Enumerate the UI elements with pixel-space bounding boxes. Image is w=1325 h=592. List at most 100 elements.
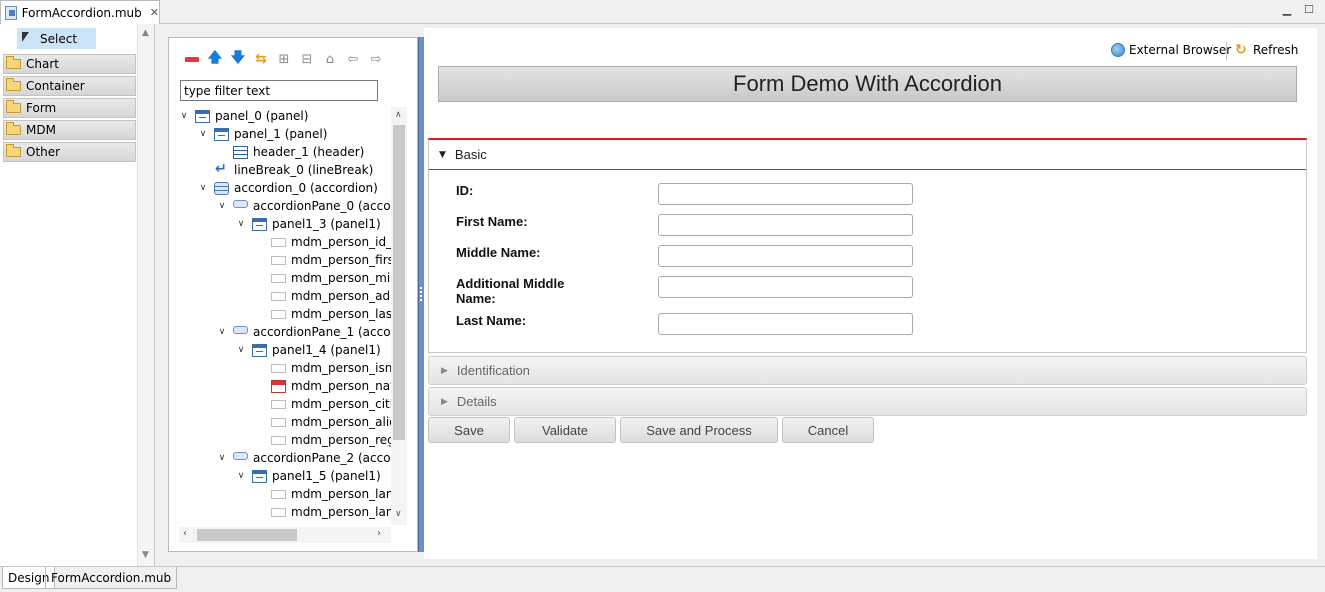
tree-node[interactable]: ∨ panel1_4 (panel1) xyxy=(236,341,381,359)
palette-select-tool[interactable]: Select xyxy=(17,28,96,49)
folder-icon xyxy=(6,122,21,135)
move-up-icon[interactable]: 🡅 xyxy=(206,50,224,68)
palette-select-label: Select xyxy=(40,31,78,46)
tree-node[interactable]: ∨ accordion_0 (accordion) xyxy=(198,179,378,197)
tree-node[interactable]: ∨ accordionPane_2 (accordionPane) xyxy=(217,449,391,467)
field-label: Additional Middle Name: xyxy=(456,276,565,306)
scroll-left-icon[interactable]: ‹ xyxy=(183,528,187,539)
palette-drawer-form[interactable]: Form xyxy=(3,98,136,118)
palette-drawer-label: Other xyxy=(26,145,61,159)
expand-twisty-icon[interactable]: ∨ xyxy=(217,327,227,337)
palette-drawer-other[interactable]: Other xyxy=(3,142,136,162)
scroll-thumb[interactable] xyxy=(393,125,405,440)
scroll-down-icon[interactable]: ▼ xyxy=(142,550,149,560)
tree-node-label: accordionPane_0 (accordionPane) xyxy=(253,199,391,213)
maximize-icon[interactable]: ☐ xyxy=(1303,4,1315,16)
scroll-up-icon[interactable]: ▲ xyxy=(142,28,149,38)
tree-node-label: mdm_person_id_ xyxy=(291,235,391,249)
panel-icon xyxy=(252,469,267,483)
tree-vertical-scrollbar[interactable]: ∧ ∨ xyxy=(391,107,407,525)
validate-button[interactable]: Validate xyxy=(514,417,616,443)
tree-node[interactable]: mdm_person_alie xyxy=(255,413,391,431)
tree-horizontal-scrollbar[interactable]: ‹ › xyxy=(179,527,391,543)
tree-node[interactable]: ∨ panel_0 (panel) xyxy=(179,107,309,125)
additional-middle-name-input[interactable] xyxy=(658,276,913,298)
palette-scrollbar[interactable]: ▲ ▼ xyxy=(137,24,154,566)
tree-node[interactable]: mdm_person_id_ xyxy=(255,233,391,251)
expand-twisty-icon[interactable]: ∨ xyxy=(198,129,208,139)
back-icon[interactable]: ⇦ xyxy=(344,50,362,68)
forward-icon[interactable]: ⇨ xyxy=(367,50,385,68)
field-label: First Name: xyxy=(456,214,528,229)
palette-drawer-label: Chart xyxy=(26,57,59,71)
accordion-header-details[interactable]: ▶ Details xyxy=(428,387,1307,416)
palette-drawer-mdm[interactable]: MDM xyxy=(3,120,136,140)
save-button[interactable]: Save xyxy=(428,417,510,443)
tree-node-label: panel1_4 (panel1) xyxy=(272,343,381,357)
minimize-icon[interactable]: ▁ xyxy=(1281,4,1293,16)
filter-input[interactable] xyxy=(180,80,378,101)
scroll-down-icon[interactable]: ∨ xyxy=(395,509,402,519)
tree-node[interactable]: mdm_person_firs xyxy=(255,251,391,269)
home-icon[interactable]: ⌂ xyxy=(321,50,339,68)
move-down-icon[interactable]: 🡇 xyxy=(229,50,247,68)
tree-node[interactable]: lineBreak_0 (lineBreak) xyxy=(198,161,373,179)
close-icon[interactable]: ✕ xyxy=(150,6,159,19)
tree-node[interactable]: ∨ panel_1 (panel) xyxy=(198,125,328,143)
tree-node[interactable]: mdm_person_isn xyxy=(255,359,391,377)
tree-node-label: lineBreak_0 (lineBreak) xyxy=(234,163,374,177)
tree-node[interactable]: ∨ accordionPane_0 (accordionPane) xyxy=(217,197,391,215)
editor-tab[interactable]: FormAccordion.mub ✕ xyxy=(0,0,160,24)
field-label: Last Name: xyxy=(456,313,527,328)
scroll-right-icon[interactable]: › xyxy=(377,528,381,539)
expand-twisty-icon[interactable]: ∨ xyxy=(236,345,246,355)
tree-node[interactable]: mdm_person_reg xyxy=(255,431,391,449)
tree-node[interactable]: mdm_person_citi xyxy=(255,395,391,413)
tree-node[interactable]: ∨ accordionPane_1 (accordionPane) xyxy=(217,323,391,341)
tree-node[interactable]: mdm_person_lan xyxy=(255,503,391,521)
expand-twisty-icon[interactable]: ∨ xyxy=(217,201,227,211)
expand-all-icon[interactable]: ⊞ xyxy=(275,50,293,68)
tree-node-label: panel1_3 (panel1) xyxy=(272,217,381,231)
middle-name-input[interactable] xyxy=(658,245,913,267)
expand-twisty-icon[interactable]: ∨ xyxy=(198,183,208,193)
id-input[interactable] xyxy=(658,183,913,205)
pane-icon xyxy=(233,452,248,460)
first-name-input[interactable] xyxy=(658,214,913,236)
palette-drawer-container[interactable]: Container xyxy=(3,76,136,96)
tree-node[interactable]: header_1 (header) xyxy=(217,143,364,161)
accordion-header-identification[interactable]: ▶ Identification xyxy=(428,356,1307,385)
cancel-button[interactable]: Cancel xyxy=(782,417,874,443)
tree-node[interactable]: mdm_person_ad xyxy=(255,287,390,305)
tree-node[interactable]: mdm_person_lan xyxy=(255,485,391,503)
save-and-process-button[interactable]: Save and Process xyxy=(620,417,778,443)
refresh-link[interactable]: ↻ Refresh xyxy=(1235,43,1298,57)
scroll-up-icon[interactable]: ∧ xyxy=(395,110,402,120)
accordion-header-basic[interactable]: ▼ Basic xyxy=(429,140,1306,170)
tree-node-label: accordionPane_1 (accordionPane) xyxy=(253,325,391,339)
panel-icon xyxy=(252,217,267,231)
expand-twisty-icon[interactable]: ∨ xyxy=(236,219,246,229)
expand-twisty-icon[interactable]: ∨ xyxy=(236,471,246,481)
tree-node[interactable]: ∨ panel1_3 (panel1) xyxy=(236,215,381,233)
tree-node[interactable]: mdm_person_mi xyxy=(255,269,390,287)
sync-icon[interactable]: ⇆ xyxy=(252,50,270,68)
tree-node[interactable]: ∨ panel1_5 (panel1) xyxy=(236,467,381,485)
accordion-pane-basic: ▼ Basic ID: First Name: Middle Name: Add… xyxy=(428,138,1307,353)
external-browser-link[interactable]: External Browser xyxy=(1111,43,1231,57)
expand-twisty-icon[interactable]: ∨ xyxy=(179,111,189,121)
scroll-thumb[interactable] xyxy=(197,529,297,541)
remove-icon[interactable] xyxy=(183,50,201,68)
expand-twisty-icon[interactable]: ∨ xyxy=(217,453,227,463)
folder-icon xyxy=(6,78,21,91)
tab-source[interactable]: FormAccordion.mub xyxy=(45,567,178,589)
palette-drawer-label: Form xyxy=(26,101,57,115)
palette-drawer-chart[interactable]: Chart xyxy=(3,54,136,74)
folder-icon xyxy=(6,56,21,69)
field-icon xyxy=(271,435,286,445)
field-icon xyxy=(271,255,286,265)
last-name-input[interactable] xyxy=(658,313,913,335)
tree-node[interactable]: mdm_person_nat xyxy=(255,377,391,395)
tree-node[interactable]: mdm_person_las xyxy=(255,305,391,323)
collapse-all-icon[interactable]: ⊟ xyxy=(298,50,316,68)
